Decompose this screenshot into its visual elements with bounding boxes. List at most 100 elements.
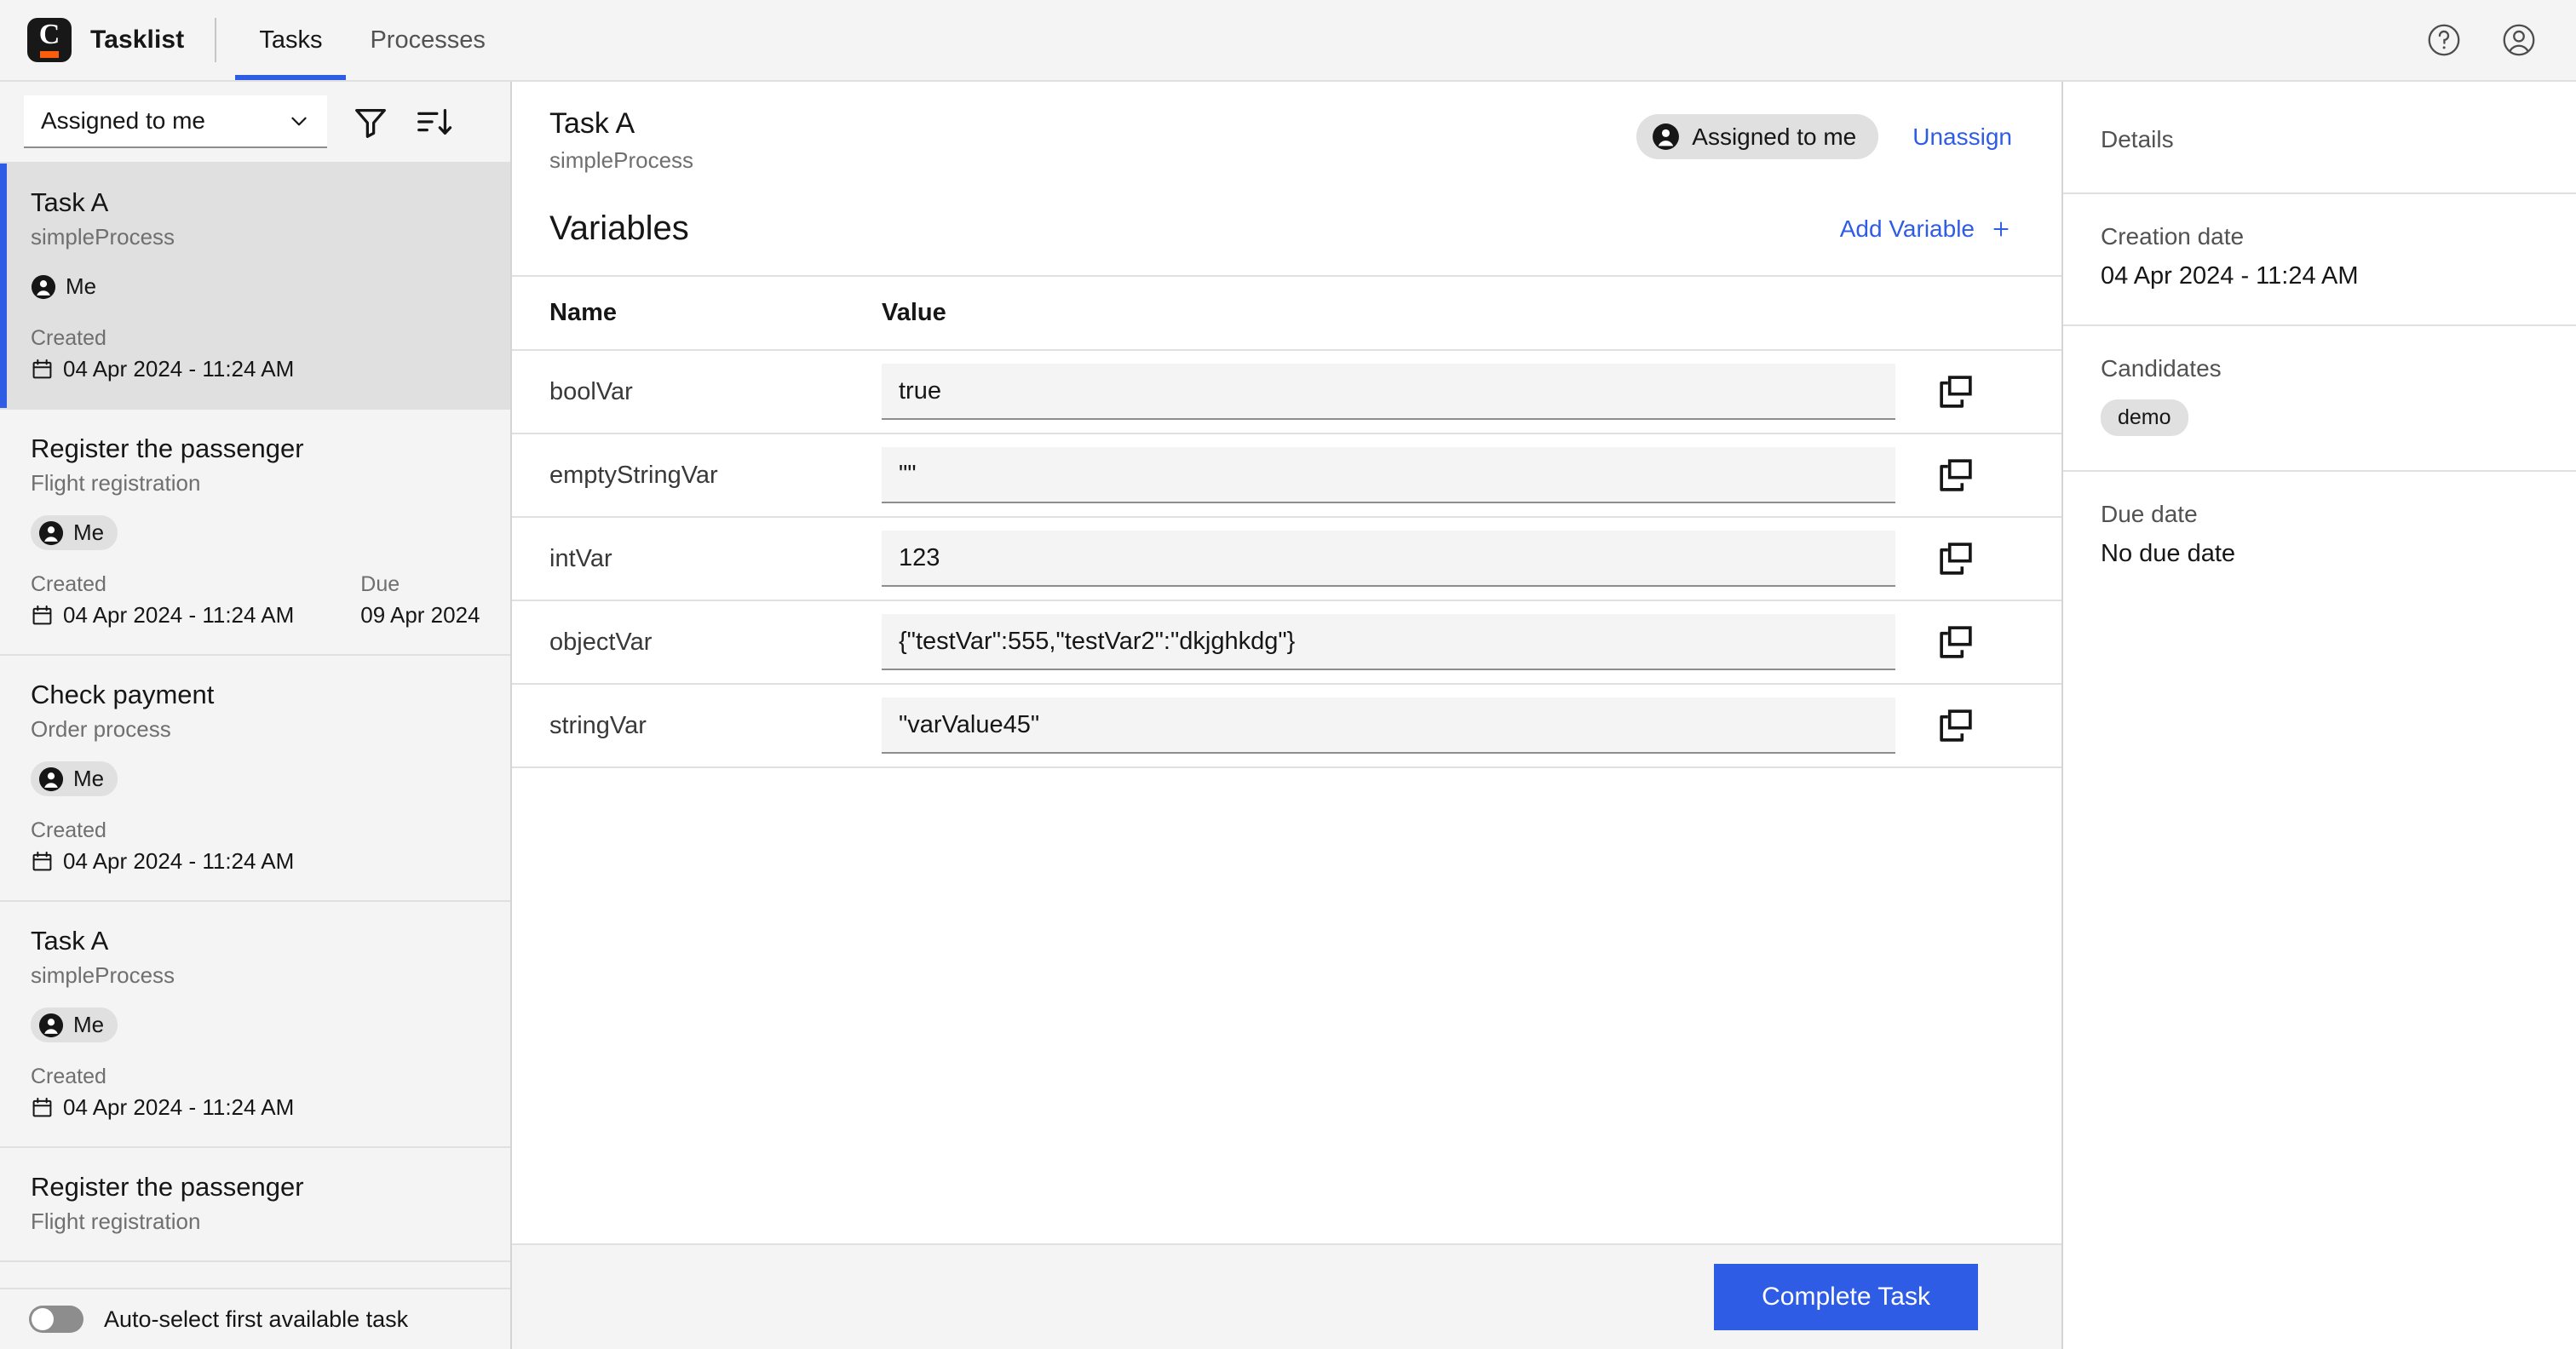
assigned-status-label: Assigned to me: [1692, 123, 1857, 150]
task-created-value-row: 04 Apr 2024 - 11:24 AM: [31, 848, 294, 875]
task-detail-top: Task A simpleProcess Assigned to me Unas…: [549, 107, 2012, 174]
copy-icon[interactable]: [1936, 623, 1975, 662]
variable-name: boolVar: [549, 377, 633, 405]
variable-value-input[interactable]: [882, 364, 1895, 420]
detail-spacer: [512, 768, 2061, 1243]
sort-descending-icon[interactable]: [414, 102, 453, 141]
camunda-logo-icon: C: [27, 18, 72, 62]
user-icon: [38, 766, 64, 792]
user-icon: [38, 520, 64, 546]
task-created-value-row: 04 Apr 2024 - 11:24 AM: [31, 356, 294, 382]
task-list-item[interactable]: Task A simpleProcess Me Created 04 Apr 2…: [0, 164, 510, 410]
variable-value-input[interactable]: [882, 447, 1895, 503]
variable-value-input[interactable]: [882, 697, 1895, 754]
column-header-value: Value: [882, 299, 946, 326]
table-row: emptyStringVar: [512, 434, 2061, 518]
assignment-filter-dropdown[interactable]: Assigned to me: [24, 95, 327, 148]
candidate-tag: demo: [2101, 399, 2188, 436]
details-panel-title: Details: [2101, 126, 2174, 152]
user-icon: [38, 1013, 64, 1038]
copy-icon[interactable]: [1936, 372, 1975, 411]
task-due-label: Due: [360, 572, 400, 596]
copy-icon[interactable]: [1936, 706, 1975, 745]
app-body: Assigned to me Task A simpleProcess Me C…: [0, 82, 2576, 1349]
candidates-section: Candidates demo: [2063, 324, 2576, 470]
variable-value-input[interactable]: [882, 531, 1895, 587]
task-created-value: 04 Apr 2024 - 11:24 AM: [63, 848, 295, 874]
task-assignee: Me: [31, 761, 118, 796]
task-name: Task A: [31, 187, 109, 217]
task-due: Due 09 Apr 2024: [360, 572, 480, 629]
assignment-filter-value: Assigned to me: [41, 107, 205, 134]
copy-icon[interactable]: [1936, 456, 1975, 495]
header-divider: [215, 18, 217, 62]
details-panel: Details Creation date 04 Apr 2024 - 11:2…: [2063, 82, 2576, 1349]
user-icon: [31, 274, 56, 300]
task-detail-titles: Task A simpleProcess: [549, 107, 693, 174]
toggle-knob: [32, 1308, 54, 1330]
creation-date-value: 04 Apr 2024 - 11:24 AM: [2101, 262, 2359, 290]
task-list-item[interactable]: Register the passenger Flight registrati…: [0, 410, 510, 656]
page-subtitle: simpleProcess: [549, 147, 694, 173]
creation-date-section: Creation date 04 Apr 2024 - 11:24 AM: [2063, 192, 2576, 324]
task-assignee: Me: [31, 269, 110, 304]
calendar-icon: [31, 850, 54, 873]
task-process: simpleProcess: [31, 224, 175, 250]
variable-name: intVar: [549, 544, 612, 572]
task-created-value: 04 Apr 2024 - 11:24 AM: [63, 1094, 295, 1120]
app-header: C Tasklist Tasks Processes: [0, 0, 2576, 82]
task-created: Created 04 Apr 2024 - 11:24 AM: [31, 1065, 294, 1121]
task-assignee-name: Me: [73, 766, 105, 791]
tab-processes[interactable]: Processes: [346, 0, 509, 80]
task-list[interactable]: Task A simpleProcess Me Created 04 Apr 2…: [0, 164, 510, 1349]
chevron-down-icon: [288, 110, 310, 132]
filter-funnel-icon[interactable]: [351, 102, 390, 141]
due-date-value: No due date: [2101, 540, 2236, 567]
unassign-button[interactable]: Unassign: [1912, 123, 2012, 151]
task-list-item[interactable]: Check payment Order process Me Created 0…: [0, 656, 510, 902]
task-meta: Created 04 Apr 2024 - 11:24 AM: [31, 818, 481, 875]
task-process: Order process: [31, 716, 171, 742]
table-row: boolVar: [512, 351, 2061, 434]
calendar-icon: [31, 1096, 54, 1119]
task-assignee-name: Me: [73, 520, 105, 545]
task-name: Register the passenger: [31, 1172, 304, 1202]
add-variable-button[interactable]: Add Variable: [1840, 215, 2012, 243]
brand[interactable]: C Tasklist: [0, 0, 184, 80]
task-created-label: Created: [31, 1065, 106, 1088]
filter-bar: Assigned to me: [0, 82, 510, 164]
complete-task-button[interactable]: Complete Task: [1714, 1264, 1978, 1330]
task-detail: Task A simpleProcess Assigned to me Unas…: [512, 82, 2063, 1349]
task-created: Created 04 Apr 2024 - 11:24 AM: [31, 818, 294, 875]
calendar-icon: [31, 358, 54, 381]
task-created-label: Created: [31, 818, 106, 842]
tab-tasks[interactable]: Tasks: [235, 0, 347, 80]
task-name: Register the passenger: [31, 433, 304, 463]
detail-footer: Complete Task: [512, 1243, 2061, 1349]
creation-date-label: Creation date: [2101, 223, 2245, 250]
task-due-value: 09 Apr 2024: [360, 602, 480, 628]
variable-value-input[interactable]: [882, 614, 1895, 670]
task-meta: Created 04 Apr 2024 - 11:24 AM Due 09 Ap…: [31, 572, 481, 629]
autoselect-bar: Auto-select first available task: [0, 1288, 510, 1349]
variables-title: Variables: [549, 210, 689, 247]
assigned-status-badge: Assigned to me: [1636, 114, 1879, 159]
table-row: intVar: [512, 518, 2061, 601]
tasks-panel: Assigned to me Task A simpleProcess Me C…: [0, 82, 512, 1349]
task-detail-header: Task A simpleProcess Assigned to me Unas…: [512, 82, 2061, 248]
autoselect-toggle[interactable]: [29, 1306, 83, 1333]
variable-name: emptyStringVar: [549, 461, 718, 489]
copy-icon[interactable]: [1936, 539, 1975, 578]
task-list-item[interactable]: Register the passenger Flight registrati…: [0, 1148, 510, 1262]
user-avatar-icon[interactable]: [2499, 20, 2539, 60]
task-detail-actions: Assigned to me Unassign: [1636, 107, 2012, 159]
autoselect-label: Auto-select first available task: [104, 1306, 409, 1332]
task-list-item[interactable]: Task A simpleProcess Me Created 04 Apr 2…: [0, 902, 510, 1148]
plus-icon: [1990, 218, 2012, 240]
task-meta: Created 04 Apr 2024 - 11:24 AM: [31, 326, 481, 382]
due-date-section: Due date No due date: [2063, 470, 2576, 602]
task-name: Task A: [31, 926, 109, 956]
task-assignee-name: Me: [73, 1012, 105, 1037]
help-circle-icon[interactable]: [2424, 20, 2464, 60]
table-row: objectVar: [512, 601, 2061, 685]
